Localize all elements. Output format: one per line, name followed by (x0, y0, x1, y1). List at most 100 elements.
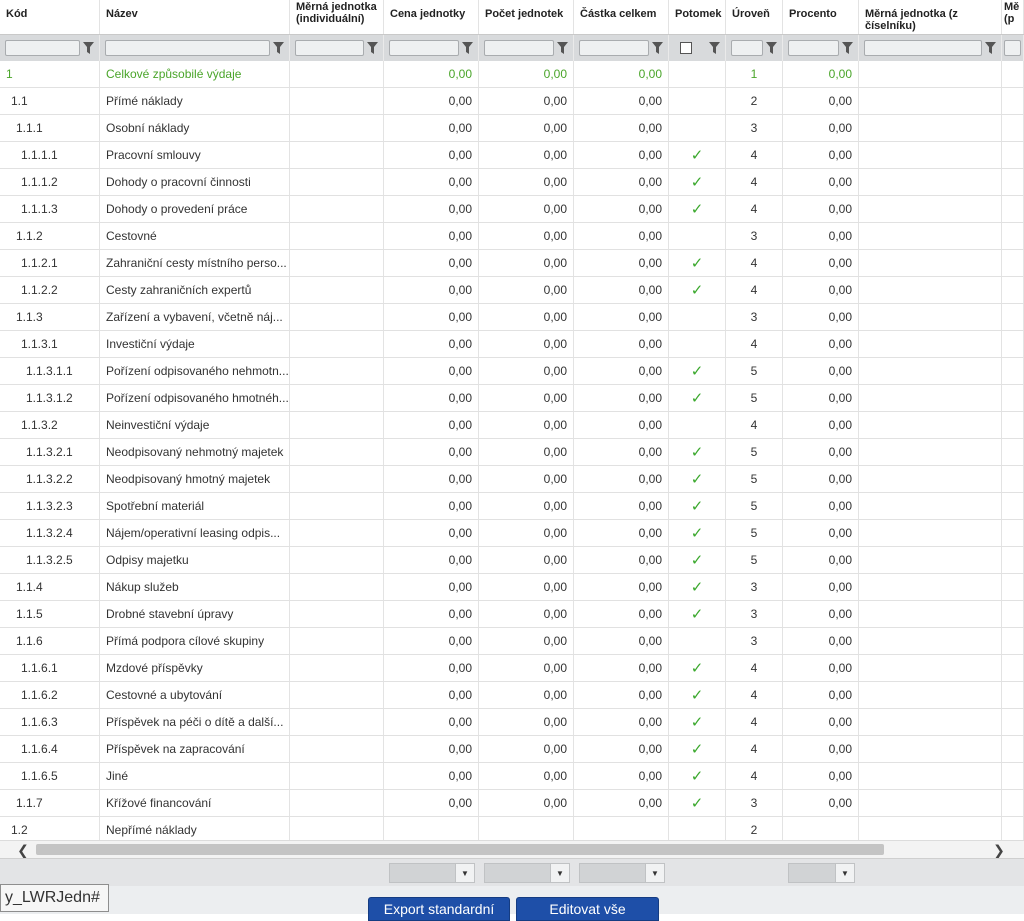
cell-pocet: 0,00 (479, 385, 574, 411)
filter-input-nazev[interactable] (105, 40, 270, 56)
cell-pocet: 0,00 (479, 466, 574, 492)
filter-icon[interactable] (766, 41, 777, 55)
scrollbar-thumb[interactable] (36, 844, 884, 855)
col-header-potomek[interactable]: Potomek (669, 0, 726, 34)
cell-potomek: ✓ (669, 250, 726, 276)
filter-icon[interactable] (652, 41, 663, 55)
horizontal-scrollbar[interactable]: ❮ ❯ (0, 840, 1024, 859)
cell-procento: 0,00 (783, 385, 859, 411)
filter-input-merna-cis[interactable] (864, 40, 982, 56)
aggregate-select-castka[interactable]: ▼ (579, 863, 665, 883)
table-row[interactable]: 1.1.3.2.4 Nájem/operativní leasing odpis… (0, 520, 1024, 547)
table-row[interactable]: 1.1.2 Cestovné 0,00 0,00 0,00 3 0,00 (0, 223, 1024, 250)
table-row[interactable]: 1.1.3.2.5 Odpisy majetku 0,00 0,00 0,00 … (0, 547, 1024, 574)
table-row[interactable]: 1.1.3.2.1 Neodpisovaný nehmotný majetek … (0, 439, 1024, 466)
table-row[interactable]: 1.1.6.1 Mzdové příspěvky 0,00 0,00 0,00 … (0, 655, 1024, 682)
checkmark-icon: ✓ (690, 687, 704, 704)
table-row[interactable]: 1.1.3.1.2 Pořízení odpisovaného hmotnéh.… (0, 385, 1024, 412)
cell-merna-ind (290, 88, 384, 114)
cell-uroven: 5 (726, 385, 783, 411)
cell-nazev: Příspěvek na péči o dítě a další... (100, 709, 290, 735)
filter-input-castka[interactable] (579, 40, 649, 56)
table-row[interactable]: 1.1.1.2 Dohody o pracovní činnosti 0,00 … (0, 169, 1024, 196)
cell-extra (1002, 88, 1024, 114)
filter-icon[interactable] (557, 41, 568, 55)
cell-nazev: Cesty zahraničních expertů (100, 277, 290, 303)
table-row[interactable]: 1.1.6.3 Příspěvek na péči o dítě a další… (0, 709, 1024, 736)
grid-header: Kód Název Měrná jednotka (individuální) … (0, 0, 1024, 35)
table-row[interactable]: 1.1.4 Nákup služeb 0,00 0,00 0,00 ✓ 3 0,… (0, 574, 1024, 601)
table-row[interactable]: 1.1.6 Přímá podpora cílové skupiny 0,00 … (0, 628, 1024, 655)
cell-merna-ind (290, 520, 384, 546)
filter-icon[interactable] (367, 41, 378, 55)
cell-potomek: ✓ (669, 574, 726, 600)
cell-cena: 0,00 (384, 790, 479, 816)
filter-icon[interactable] (985, 41, 996, 55)
table-row[interactable]: 1.1.3.2.2 Neodpisovaný hmotný majetek 0,… (0, 466, 1024, 493)
export-standard-button[interactable]: Export standardní (368, 897, 510, 921)
data-grid: Kód Název Měrná jednotka (individuální) … (0, 0, 1024, 62)
filter-input-procento[interactable] (788, 40, 839, 56)
table-row[interactable]: 1.1.3 Zařízení a vybavení, včetně náj...… (0, 304, 1024, 331)
col-header-nazev[interactable]: Název (100, 0, 290, 34)
col-header-merna-ind[interactable]: Měrná jednotka (individuální) (290, 0, 384, 34)
table-row[interactable]: 1.1.1.3 Dohody o provedení práce 0,00 0,… (0, 196, 1024, 223)
filter-icon[interactable] (709, 41, 720, 55)
cell-kod: 1 (0, 61, 100, 87)
cell-merna-ind (290, 763, 384, 789)
col-header-merna-cis[interactable]: Měrná jednotka (z číselníku) (859, 0, 1002, 34)
table-row[interactable]: 1.1 Přímé náklady 0,00 0,00 0,00 2 0,00 (0, 88, 1024, 115)
checkmark-icon: ✓ (690, 525, 704, 542)
table-row[interactable]: 1 Celkové způsobilé výdaje 0,00 0,00 0,0… (0, 61, 1024, 88)
col-header-kod[interactable]: Kód (0, 0, 100, 34)
filter-icon[interactable] (462, 41, 473, 55)
cell-pocet: 0,00 (479, 196, 574, 222)
filter-icon[interactable] (83, 41, 94, 55)
aggregate-select-cena[interactable]: ▼ (389, 863, 475, 883)
cell-extra (1002, 736, 1024, 762)
table-row[interactable]: 1.1.6.5 Jiné 0,00 0,00 0,00 ✓ 4 0,00 (0, 763, 1024, 790)
col-header-pocet[interactable]: Počet jednotek (479, 0, 574, 34)
cell-merna-cis (859, 682, 1002, 708)
table-row[interactable]: 1.1.6.2 Cestovné a ubytování 0,00 0,00 0… (0, 682, 1024, 709)
aggregate-select-procento[interactable]: ▼ (788, 863, 855, 883)
col-header-uroven[interactable]: Úroveň (726, 0, 783, 34)
filter-checkbox-potomek[interactable] (680, 42, 692, 54)
filter-input-uroven[interactable] (731, 40, 763, 56)
cell-cena: 0,00 (384, 412, 479, 438)
filter-icon[interactable] (842, 41, 853, 55)
table-row[interactable]: 1.1.7 Křížové financování 0,00 0,00 0,00… (0, 790, 1024, 817)
cell-extra (1002, 520, 1024, 546)
filter-input-extra[interactable] (1004, 40, 1021, 56)
chevron-left-icon[interactable]: ❮ (14, 841, 32, 859)
col-header-extra[interactable]: Mě (p (1002, 0, 1024, 34)
chevron-right-icon[interactable]: ❯ (990, 841, 1008, 859)
aggregate-select-pocet[interactable]: ▼ (484, 863, 570, 883)
cell-cena: 0,00 (384, 61, 479, 87)
cell-potomek (669, 412, 726, 438)
col-header-castka[interactable]: Částka celkem (574, 0, 669, 34)
table-row[interactable]: 1.1.3.2 Neinvestiční výdaje 0,00 0,00 0,… (0, 412, 1024, 439)
table-row[interactable]: 1.1.3.1.1 Pořízení odpisovaného nehmotn.… (0, 358, 1024, 385)
table-row[interactable]: 1.1.1 Osobní náklady 0,00 0,00 0,00 3 0,… (0, 115, 1024, 142)
table-row[interactable]: 1.1.2.2 Cesty zahraničních expertů 0,00 … (0, 277, 1024, 304)
checkmark-icon: ✓ (690, 282, 704, 299)
table-row[interactable]: 1.1.5 Drobné stavební úpravy 0,00 0,00 0… (0, 601, 1024, 628)
table-row[interactable]: 1.1.3.1 Investiční výdaje 0,00 0,00 0,00… (0, 331, 1024, 358)
cell-castka: 0,00 (574, 493, 669, 519)
table-row[interactable]: 1.1.1.1 Pracovní smlouvy 0,00 0,00 0,00 … (0, 142, 1024, 169)
table-row[interactable]: 1.1.6.4 Příspěvek na zapracování 0,00 0,… (0, 736, 1024, 763)
col-header-procento[interactable]: Procento (783, 0, 859, 34)
filter-input-cena[interactable] (389, 40, 459, 56)
table-row[interactable]: 1.1.3.2.3 Spotřební materiál 0,00 0,00 0… (0, 493, 1024, 520)
edit-all-button[interactable]: Editovat vše (516, 897, 659, 921)
col-header-cena[interactable]: Cena jednotky (384, 0, 479, 34)
filter-input-pocet[interactable] (484, 40, 554, 56)
cell-uroven: 4 (726, 763, 783, 789)
filter-input-merna-ind[interactable] (295, 40, 364, 56)
filter-icon[interactable] (273, 41, 284, 55)
filter-input-kod[interactable] (5, 40, 80, 56)
cell-merna-cis (859, 115, 1002, 141)
table-row[interactable]: 1.1.2.1 Zahraniční cesty místního perso.… (0, 250, 1024, 277)
cell-merna-cis (859, 169, 1002, 195)
